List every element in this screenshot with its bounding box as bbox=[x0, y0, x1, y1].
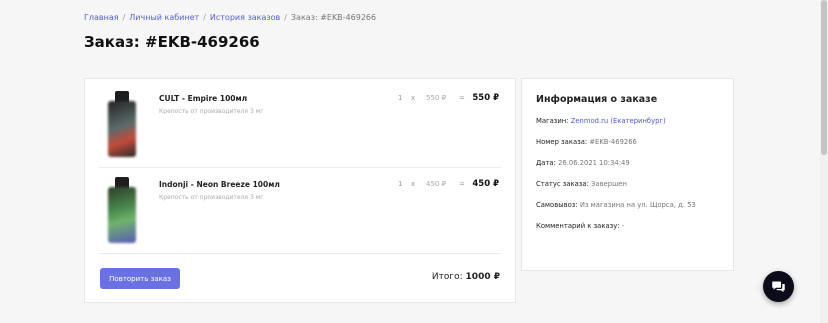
item-quantity: 1 bbox=[398, 94, 403, 102]
order-item: CULT - Empire 100мл Крепость от производ… bbox=[99, 81, 501, 168]
breadcrumb-current: Заказ: #EKB-469266 bbox=[290, 13, 377, 22]
info-number-label: Номер заказа: bbox=[536, 138, 588, 146]
page-scrollbar[interactable] bbox=[820, 0, 828, 323]
breadcrumb-separator: / bbox=[284, 13, 287, 22]
breadcrumb-separator: / bbox=[203, 13, 206, 22]
info-comment-label: Комментарий к заказу: bbox=[536, 222, 620, 230]
info-date: Дата: 26.06.2021 10:34:49 bbox=[536, 159, 630, 167]
info-shop-link[interactable]: Zenmod.ru (Екатеринбург) bbox=[571, 117, 666, 125]
order-total-label: Итого: bbox=[431, 272, 463, 282]
breadcrumb-separator: / bbox=[122, 13, 126, 22]
order-items-card: CULT - Empire 100мл Крепость от производ… bbox=[84, 78, 516, 303]
order-total-value: 1000 ₽ bbox=[465, 272, 500, 282]
multiply-sign: x bbox=[411, 180, 416, 188]
info-shop: Магазин: Zenmod.ru (Екатеринбург) bbox=[536, 117, 666, 125]
info-pickup-value: Из магазина на ул. Щорса, д. 53 bbox=[579, 201, 696, 209]
product-subtitle: Крепость от производителя 3 мг bbox=[159, 194, 264, 201]
info-comment-value: - bbox=[621, 222, 625, 230]
product-subtitle: Крепость от производителя 3 мг bbox=[159, 108, 264, 115]
info-pickup-label: Самовывоз: bbox=[536, 201, 578, 209]
item-unit-price: 450 ₽ bbox=[426, 180, 447, 188]
info-status-label: Статус заказа: bbox=[536, 180, 589, 188]
equals-sign: = bbox=[459, 180, 465, 188]
repeat-order-button[interactable]: Повторить заказ bbox=[100, 268, 180, 289]
product-image[interactable] bbox=[105, 91, 139, 159]
chat-button[interactable] bbox=[763, 271, 794, 302]
order-total: Итого: 1000 ₽ bbox=[432, 272, 500, 282]
bottle-body bbox=[108, 101, 136, 157]
info-pickup: Самовывоз: Из магазина на ул. Щорса, д. … bbox=[536, 201, 696, 209]
item-unit-price: 550 ₽ bbox=[426, 94, 447, 102]
info-number-value: #EKB-469266 bbox=[589, 138, 637, 146]
item-total: 450 ₽ bbox=[472, 179, 499, 189]
product-image[interactable] bbox=[105, 177, 139, 245]
breadcrumb: Главная / Личный кабинет / История заказов / З… bbox=[84, 13, 376, 22]
breadcrumb-orders-history[interactable]: История заказов bbox=[210, 13, 280, 22]
multiply-sign: x bbox=[411, 94, 416, 102]
info-order-number: Номер заказа: #EKB-469266 bbox=[536, 138, 637, 146]
bottle-body bbox=[108, 187, 136, 243]
info-date-label: Дата: bbox=[536, 159, 556, 167]
chat-bubbles-icon bbox=[772, 281, 785, 293]
product-name[interactable]: CULT - Empire 100мл bbox=[159, 94, 247, 103]
info-date-value: 26.06.2021 10:34:49 bbox=[558, 159, 630, 167]
info-status-value: Завершен bbox=[591, 180, 627, 188]
equals-sign: = bbox=[459, 94, 465, 102]
breadcrumb-home[interactable]: Главная bbox=[84, 13, 119, 22]
order-item: Indonji - Neon Breeze 100мл Крепость от … bbox=[99, 167, 501, 254]
item-quantity: 1 bbox=[398, 180, 403, 188]
info-status: Статус заказа: Завершен bbox=[536, 180, 627, 188]
product-name[interactable]: Indonji - Neon Breeze 100мл bbox=[159, 180, 280, 189]
order-info-card: Информация о заказе Магазин: Zenmod.ru (… bbox=[521, 78, 734, 271]
info-shop-label: Магазин: bbox=[536, 117, 569, 125]
order-info-title: Информация о заказе bbox=[536, 94, 658, 105]
item-total: 550 ₽ bbox=[472, 93, 499, 103]
breadcrumb-account[interactable]: Личный кабинет bbox=[129, 13, 199, 22]
page-title: Заказ: #EKB-469266 bbox=[84, 33, 260, 51]
info-comment: Комментарий к заказу: - bbox=[536, 222, 624, 230]
scrollbar-thumb[interactable] bbox=[821, 0, 827, 155]
